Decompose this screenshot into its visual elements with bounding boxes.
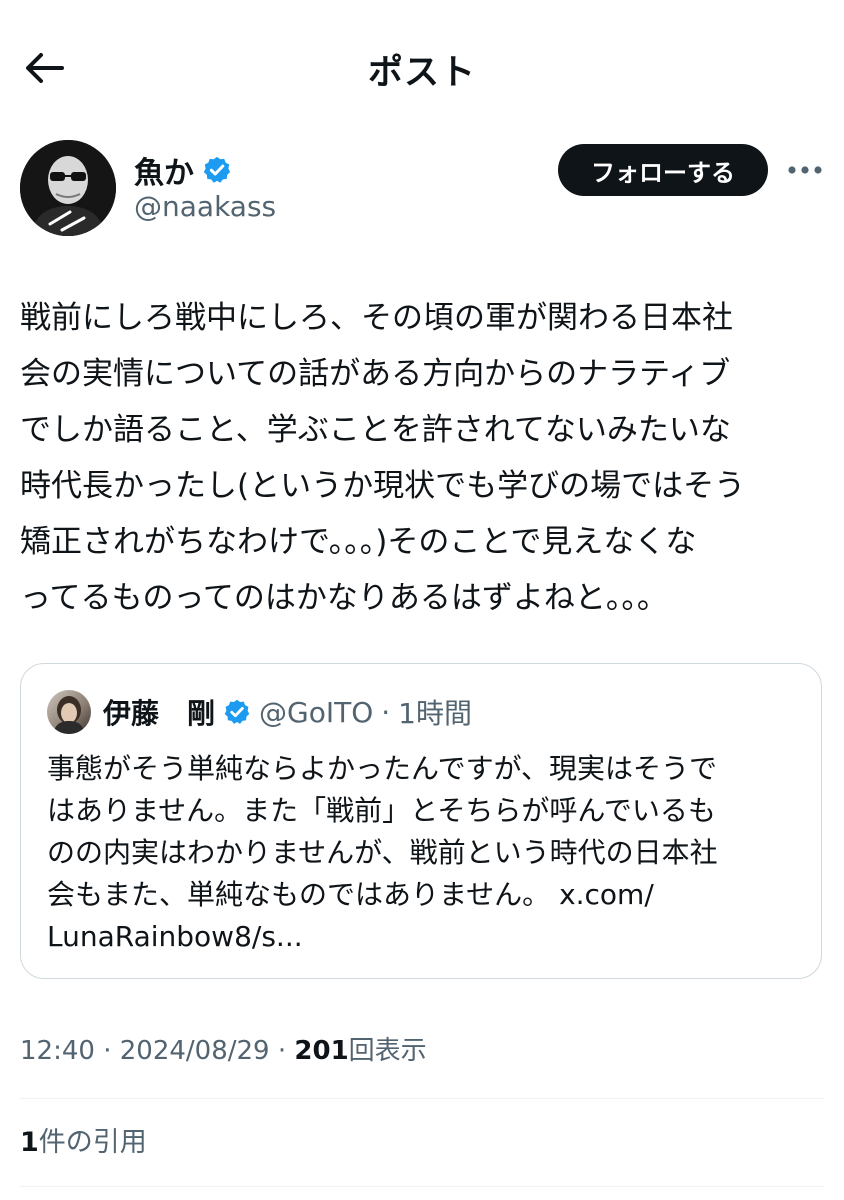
divider: [20, 1186, 824, 1187]
verified-badge-icon: [224, 699, 250, 724]
user-avatar: [53, 696, 85, 734]
divider: [20, 1098, 824, 1099]
quotes-link[interactable]: 1件の引用: [20, 1120, 147, 1159]
quoted-author-avatar: [47, 690, 91, 734]
view-count: 201: [294, 1036, 349, 1066]
post-time[interactable]: 12:40: [20, 1036, 95, 1066]
author-name-row[interactable]: 魚か: [134, 148, 232, 192]
separator-dot: ·: [381, 695, 391, 729]
author-avatar[interactable]: [20, 140, 116, 236]
quoted-author-name: 伊藤 剛: [103, 697, 216, 730]
quoted-post-text: 事態がそう単純ならよかったんですが、現実はそうで はありません。また「戦前」とそ…: [47, 752, 718, 953]
quote-count-label: 件の引用: [38, 1127, 147, 1158]
quoted-post-card[interactable]: 伊藤 剛 @GoITO · 1時間 事態がそう単純ならよかったんですが、現実はそ…: [20, 663, 822, 979]
view-count-label: 回表示: [348, 1036, 427, 1066]
separator-dot: ·: [277, 1036, 287, 1066]
quoted-post-time: 1時間: [398, 697, 472, 730]
author-display-name[interactable]: 魚か: [134, 148, 194, 192]
post-date[interactable]: 2024/08/29: [120, 1036, 270, 1066]
top-bar: ポスト: [0, 0, 844, 135]
post-text: 戦前にしろ戦中にしろ、その頃の軍が関わる日本社 会の実情についての話がある方向か…: [20, 300, 746, 616]
quoted-post-header: 伊藤 剛 @GoITO · 1時間: [47, 690, 472, 734]
quote-count: 1: [20, 1127, 39, 1158]
quoted-author-handle: @GoITO: [259, 695, 374, 729]
user-avatar: [20, 140, 116, 236]
more-horizontal-icon: [788, 166, 822, 174]
verified-badge-icon: [203, 156, 231, 183]
author-handle[interactable]: @naakass: [134, 190, 276, 223]
post-metadata: 12:40 · 2024/08/29 · 201回表示: [20, 1030, 427, 1067]
page-title: ポスト: [367, 53, 476, 93]
more-button[interactable]: [782, 150, 828, 190]
follow-button[interactable]: フォローする: [558, 144, 768, 196]
separator-dot: ·: [103, 1036, 112, 1066]
